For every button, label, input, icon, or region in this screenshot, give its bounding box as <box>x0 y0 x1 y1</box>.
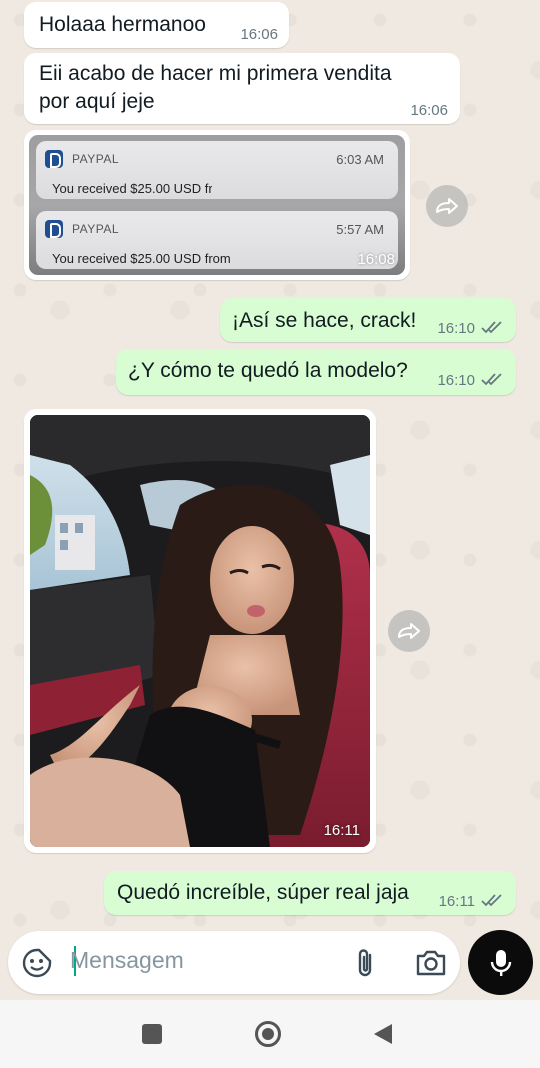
outgoing-message[interactable]: Quedó increíble, súper real jaja 16:11 <box>104 871 516 915</box>
paypal-logo-icon <box>45 220 63 238</box>
notification-time: 5:57 AM <box>336 222 384 237</box>
forward-icon <box>436 198 458 214</box>
notification-body: You received $25.00 USD fro <box>52 181 212 196</box>
outgoing-message[interactable]: ¡Así se hace, crack! 16:10 <box>220 298 516 342</box>
message-time: 16:11 <box>323 822 360 839</box>
paypal-notification: PAYPAL 5:57 AM You received $25.00 USD f… <box>36 211 398 269</box>
forward-button[interactable] <box>388 610 430 652</box>
incoming-message[interactable]: Eii acabo de hacer mi primera vendita po… <box>24 53 460 124</box>
notification-app-name: PAYPAL <box>72 152 120 166</box>
photo-message[interactable]: 16:11 <box>24 409 376 853</box>
back-button[interactable] <box>372 1022 394 1046</box>
attach-icon[interactable] <box>354 947 378 979</box>
message-composer[interactable]: Mensagem <box>8 931 460 994</box>
forward-icon <box>398 623 420 639</box>
message-time: 16:10 <box>437 320 475 337</box>
forward-button[interactable] <box>426 185 468 227</box>
system-navigation-bar <box>0 1000 540 1068</box>
message-text: Holaaa hermanoo <box>39 13 206 36</box>
paypal-notification: PAYPAL 6:03 AM You received $25.00 USD f… <box>36 141 398 199</box>
home-dot <box>262 1028 274 1040</box>
paypal-screenshot-image: PAYPAL 6:03 AM You received $25.00 USD f… <box>29 135 405 275</box>
read-receipt-icon <box>481 321 502 334</box>
message-time: 16:11 <box>438 893 475 910</box>
message-time: 16:10 <box>437 372 475 389</box>
paypal-screenshot-message[interactable]: PAYPAL 6:03 AM You received $25.00 USD f… <box>24 130 410 280</box>
camera-icon[interactable] <box>415 949 447 977</box>
microphone-icon <box>490 949 511 976</box>
home-button[interactable] <box>255 1021 281 1047</box>
sticker-icon[interactable] <box>21 947 53 979</box>
message-text: Eii acabo de hacer mi primera vendita po… <box>39 62 392 113</box>
message-time: 16:08 <box>357 251 395 268</box>
notification-time: 6:03 AM <box>336 152 384 167</box>
outgoing-message[interactable]: ¿Y cómo te quedó la modelo? 16:10 <box>116 349 516 395</box>
message-text: Quedó increíble, súper real jaja <box>117 881 409 904</box>
message-input[interactable]: Mensagem <box>70 947 184 974</box>
incoming-message[interactable]: Holaaa hermanoo 16:06 <box>24 2 289 48</box>
read-receipt-icon <box>481 373 502 386</box>
recents-button[interactable] <box>142 1024 162 1044</box>
voice-message-button[interactable] <box>468 930 533 995</box>
message-time: 16:06 <box>410 102 448 119</box>
car-interior-photo <box>30 415 370 847</box>
message-text: ¡Así se hace, crack! <box>232 309 417 332</box>
message-text: ¿Y cómo te quedó la modelo? <box>128 359 408 382</box>
notification-body: You received $25.00 USD from <box>52 251 231 266</box>
notification-app-name: PAYPAL <box>72 222 120 236</box>
message-time: 16:06 <box>240 26 278 43</box>
photo-image[interactable]: 16:11 <box>30 415 370 847</box>
read-receipt-icon <box>481 894 502 907</box>
paypal-logo-icon <box>45 150 63 168</box>
